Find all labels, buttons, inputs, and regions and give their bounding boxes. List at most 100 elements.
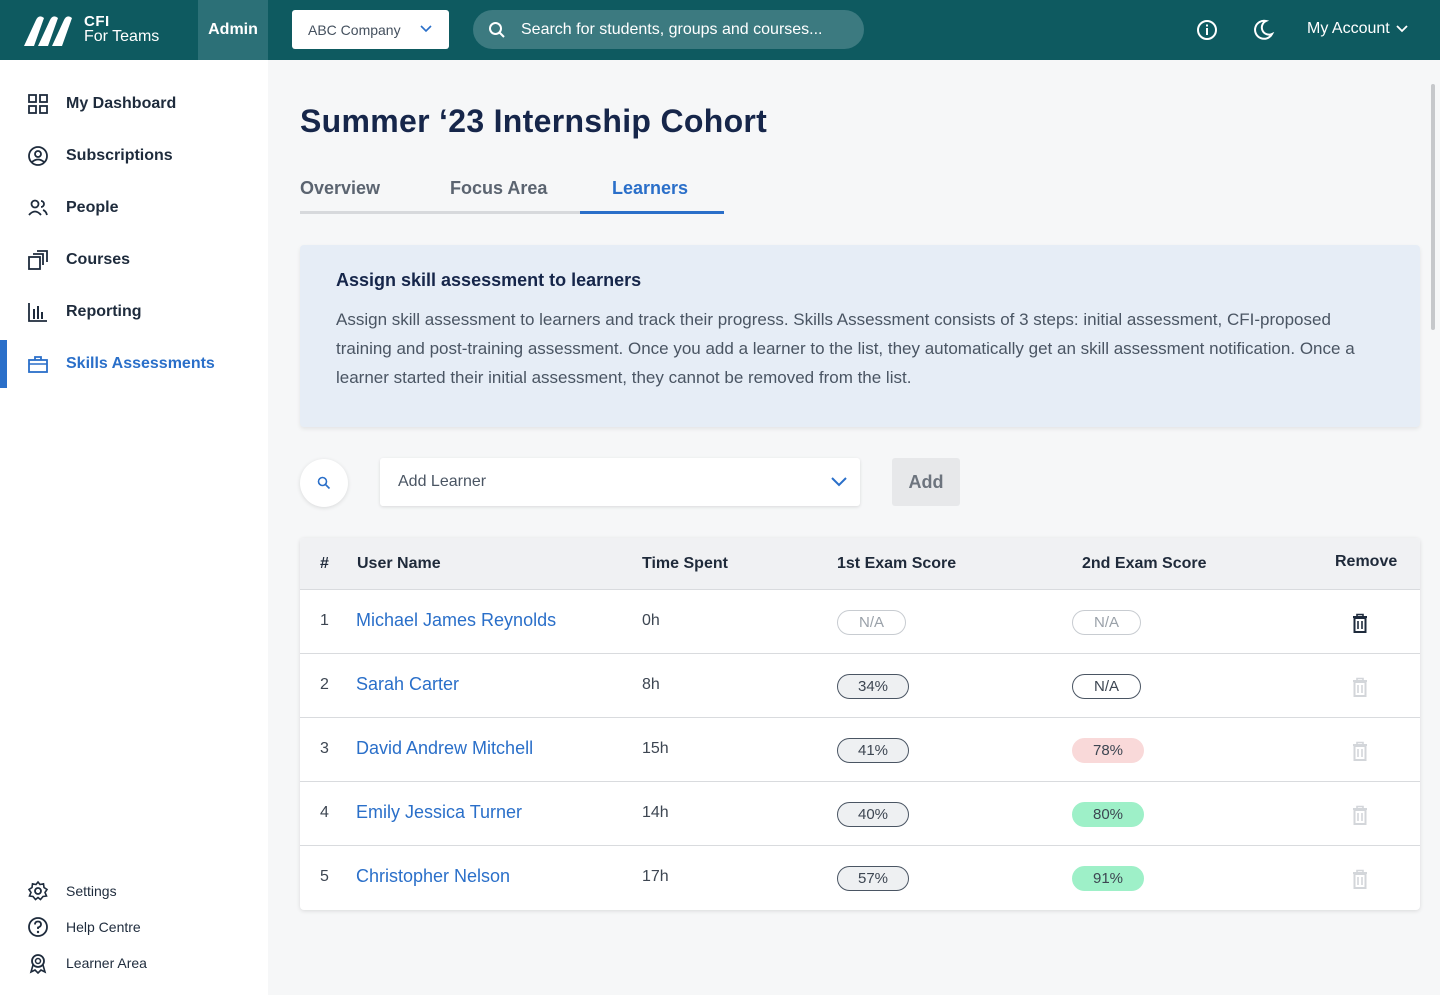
sidebar-footer-label: Help Centre — [66, 919, 141, 935]
sidebar-item-subscriptions[interactable]: Subscriptions — [0, 132, 268, 180]
company-select[interactable]: ABC Company — [292, 10, 449, 49]
exam2-score-badge: 78% — [1072, 738, 1144, 763]
trash-icon — [1353, 677, 1367, 697]
column-header-remove: Remove — [1335, 553, 1398, 570]
column-header-exam2: 2nd Exam Score — [1082, 555, 1207, 572]
time-spent: 17h — [642, 868, 669, 885]
time-spent: 8h — [642, 676, 660, 693]
admin-tab[interactable]: Admin — [198, 0, 268, 60]
learner-name-link[interactable]: David Andrew Mitchell — [356, 738, 533, 759]
info-banner: Assign skill assessment to learners Assi… — [300, 245, 1420, 427]
exam2-score-badge: N/A — [1072, 674, 1141, 699]
sidebar-item-skills-assessments[interactable]: Skills Assessments — [0, 340, 268, 388]
learner-search-button[interactable] — [300, 459, 348, 507]
row-number: 5 — [320, 868, 329, 885]
column-header-user-name: User Name — [357, 555, 441, 572]
my-account-menu[interactable]: My Account — [1307, 20, 1408, 38]
add-learner-button[interactable]: Add — [892, 458, 960, 506]
table-row: 2 Sarah Carter 8h 34% N/A — [300, 654, 1420, 718]
top-bar: CFI For Teams Admin ABC Company Search f… — [0, 0, 1440, 60]
sidebar-footer-label: Learner Area — [66, 955, 147, 971]
sidebar-item-label: Skills Assessments — [66, 355, 215, 372]
my-account-label: My Account — [1307, 20, 1390, 37]
global-search-input[interactable]: Search for students, groups and courses.… — [473, 10, 864, 49]
tab-learners[interactable]: Learners — [612, 178, 688, 199]
exam1-score-badge: 34% — [837, 674, 909, 699]
column-header-time-spent: Time Spent — [642, 555, 728, 572]
logo[interactable]: CFI For Teams — [22, 12, 159, 48]
chevron-down-icon — [420, 25, 432, 33]
moon-icon[interactable] — [1251, 18, 1275, 42]
page-title: Summer ‘23 Internship Cohort — [300, 103, 768, 139]
exam1-score-badge: 40% — [837, 802, 909, 827]
badge-icon — [29, 954, 47, 974]
sidebar-item-help-centre[interactable]: Help Centre — [0, 912, 268, 942]
briefcase-icon — [28, 356, 48, 373]
user-circle-icon — [28, 146, 48, 166]
learners-table: # User Name Time Spent 1st Exam Score 2n… — [300, 538, 1420, 910]
logo-line-2: For Teams — [84, 28, 160, 46]
scrollbar[interactable] — [1431, 84, 1435, 330]
cfi-logo-icon — [24, 16, 72, 46]
sidebar-item-label: Courses — [66, 251, 131, 268]
exam2-score-badge: N/A — [1072, 610, 1141, 635]
sidebar-item-reporting[interactable]: Reporting — [0, 288, 268, 336]
row-number: 2 — [320, 676, 329, 693]
trash-icon[interactable] — [1352, 613, 1368, 633]
sidebar-item-settings[interactable]: Settings — [0, 876, 268, 906]
column-header-exam1: 1st Exam Score — [837, 555, 957, 572]
search-icon — [489, 22, 505, 38]
table-row: 4 Emily Jessica Turner 14h 40% 80% — [300, 782, 1420, 846]
sidebar: My Dashboard Subscriptions People Course… — [0, 60, 268, 995]
learner-name-link[interactable]: Sarah Carter — [356, 674, 459, 695]
info-icon[interactable] — [1195, 18, 1219, 42]
time-spent: 15h — [642, 740, 669, 757]
sidebar-item-label: My Dashboard — [66, 95, 177, 112]
sidebar-item-label: Reporting — [66, 303, 142, 320]
chevron-down-icon — [831, 477, 847, 487]
tab-overview[interactable]: Overview — [300, 178, 380, 199]
exam2-score-badge: 80% — [1072, 802, 1144, 827]
table-row: 1 Michael James Reynolds 0h N/A N/A — [300, 590, 1420, 654]
tab-focus-area[interactable]: Focus Area — [450, 178, 547, 199]
courses-icon — [28, 250, 48, 270]
company-select-value: ABC Company — [308, 21, 401, 38]
people-icon — [28, 199, 48, 216]
row-number: 1 — [320, 612, 329, 629]
sidebar-item-label: Subscriptions — [66, 147, 173, 164]
help-icon — [28, 917, 48, 937]
table-row: 5 Christopher Nelson 17h 57% 91% — [300, 846, 1420, 910]
learner-name-link[interactable]: Emily Jessica Turner — [356, 802, 522, 823]
add-learner-select[interactable]: Add Learner — [380, 458, 860, 506]
row-number: 4 — [320, 804, 329, 821]
gear-icon — [27, 880, 49, 901]
global-search-placeholder: Search for students, groups and courses.… — [521, 20, 823, 38]
add-learner-placeholder: Add Learner — [398, 473, 487, 490]
sidebar-item-people[interactable]: People — [0, 184, 268, 232]
info-banner-heading: Assign skill assessment to learners — [336, 270, 642, 290]
sidebar-footer-label: Settings — [66, 883, 117, 899]
active-tab-indicator — [580, 211, 724, 214]
time-spent: 14h — [642, 804, 669, 821]
table-row: 3 David Andrew Mitchell 15h 41% 78% — [300, 718, 1420, 782]
table-header: # User Name Time Spent 1st Exam Score 2n… — [300, 538, 1420, 590]
chevron-down-icon — [1396, 25, 1408, 33]
search-icon — [317, 476, 331, 490]
learner-name-link[interactable]: Christopher Nelson — [356, 866, 510, 887]
tab-bar: Overview Focus Area Learners — [300, 172, 724, 214]
dashboard-icon — [28, 94, 48, 114]
sidebar-item-learner-area[interactable]: Learner Area — [0, 948, 268, 978]
time-spent: 0h — [642, 612, 660, 629]
sidebar-item-courses[interactable]: Courses — [0, 236, 268, 284]
column-header-number: # — [320, 555, 329, 572]
exam1-score-badge: 57% — [837, 866, 909, 891]
exam1-score-badge: N/A — [837, 610, 906, 635]
trash-icon — [1353, 805, 1367, 825]
exam2-score-badge: 91% — [1072, 866, 1144, 891]
sidebar-item-label: People — [66, 199, 119, 216]
sidebar-item-my-dashboard[interactable]: My Dashboard — [0, 80, 268, 128]
exam1-score-badge: 41% — [837, 738, 909, 763]
logo-line-1: CFI — [84, 12, 110, 30]
learner-name-link[interactable]: Michael James Reynolds — [356, 610, 556, 631]
row-number: 3 — [320, 740, 329, 757]
